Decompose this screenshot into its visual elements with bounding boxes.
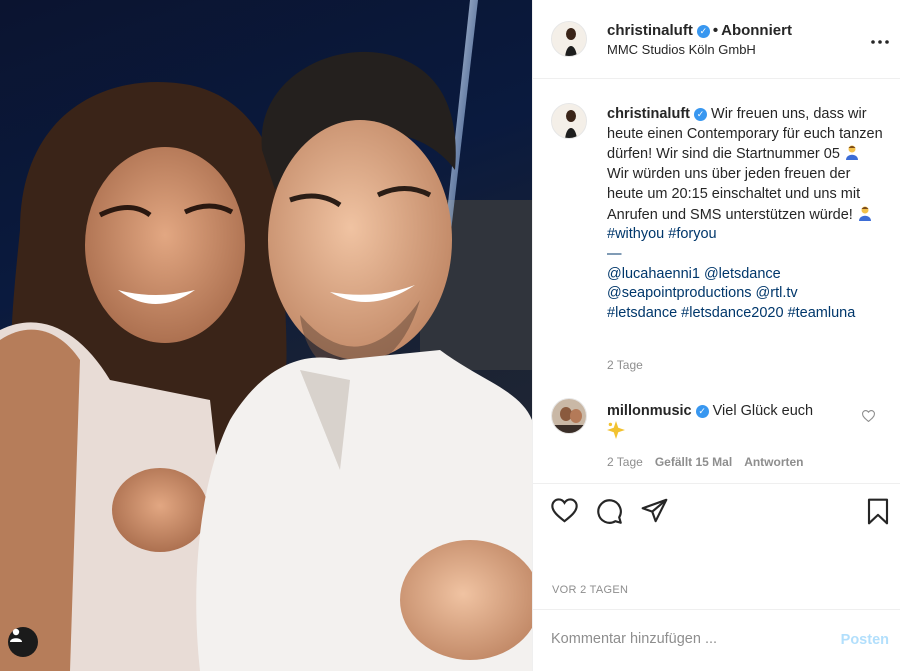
post-photo[interactable] <box>0 0 532 671</box>
commenter-username[interactable]: millonmusic <box>607 403 692 419</box>
sparkle-icon <box>607 421 625 439</box>
author-username[interactable]: christinaluft <box>607 22 693 39</box>
caption-dash: — <box>607 245 622 262</box>
post-header: christinaluft ✓ • Abonniert MMC Studios Köl… <box>533 0 900 79</box>
mention-links[interactable]: @seapointproductions @rtl.tv <box>607 285 798 301</box>
comment-likes[interactable]: Gefällt 15 Mal <box>655 455 732 469</box>
location-link[interactable]: MMC Studios Köln GmbH <box>607 42 756 57</box>
post-button[interactable]: Posten <box>841 632 889 648</box>
hashtag-links[interactable]: #letsdance #letsdance2020 #teamluna <box>607 305 855 321</box>
action-bar <box>533 483 900 543</box>
comment-input[interactable] <box>551 631 811 647</box>
heart-icon[interactable] <box>551 498 578 528</box>
comment-time[interactable]: 2 Tage <box>607 455 643 469</box>
caption-author[interactable]: christinaluft <box>607 106 690 122</box>
reply-button[interactable]: Antworten <box>744 455 803 469</box>
mention-links[interactable]: @lucahaenni1 @letsdance <box>607 266 781 282</box>
more-icon[interactable] <box>871 27 889 50</box>
author-avatar[interactable] <box>551 21 587 57</box>
separator-dot: • <box>712 22 719 39</box>
comment-meta: 2 Tage Gefällt 15 Mal Antworten <box>607 455 816 469</box>
comment-body: Viel Glück euch <box>712 403 814 419</box>
verified-icon: ✓ <box>695 405 709 418</box>
verified-icon: ✓ <box>696 25 710 38</box>
comment-text: millonmusic ✓ Viel Glück euch <box>607 401 847 443</box>
user-tag-icon[interactable] <box>8 627 38 657</box>
verified-icon: ✓ <box>693 108 707 121</box>
caption-body-2: Wir würden uns über jeden freuen der heu… <box>607 166 861 223</box>
person-emoji-icon <box>845 145 858 161</box>
person-emoji-icon <box>858 206 871 221</box>
caption-time[interactable]: 2 Tage <box>607 358 643 372</box>
caption-avatar[interactable] <box>551 103 587 139</box>
comment-like-heart-icon[interactable] <box>861 409 876 427</box>
post-details-panel: christinaluft ✓ • Abonniert MMC Studios Köl… <box>532 0 900 671</box>
commenter-avatar[interactable] <box>551 398 587 434</box>
header-author-line: christinaluft ✓ • Abonniert <box>607 22 792 39</box>
share-icon[interactable] <box>641 498 668 528</box>
follow-button[interactable]: Abonniert <box>721 22 792 39</box>
caption-text: christinaluft ✓ Wir freuen uns, dass wir … <box>607 105 885 324</box>
comment-icon[interactable] <box>596 498 623 530</box>
add-comment-bar: Posten <box>533 609 900 671</box>
bookmark-icon[interactable] <box>866 498 890 530</box>
hashtag-links[interactable]: #withyou #foryou <box>607 226 717 242</box>
selfie-image <box>0 0 532 671</box>
posted-time[interactable]: VOR 2 TAGEN <box>552 584 628 596</box>
